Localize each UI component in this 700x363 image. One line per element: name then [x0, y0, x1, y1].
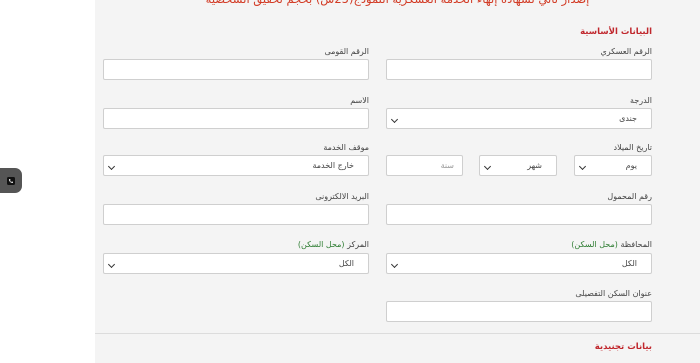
email-input[interactable] [103, 204, 369, 225]
chevron-down-icon [107, 162, 116, 171]
name-label: الاسم [350, 96, 369, 105]
chevron-down-icon [390, 115, 399, 124]
address-input[interactable] [386, 301, 652, 322]
section-conscription-title: بيانات تجنيدية [594, 342, 652, 352]
birth-month-value: شهر [527, 161, 542, 170]
birth-day-value: يوم [625, 161, 637, 170]
chevron-down-icon [107, 260, 116, 269]
mobile-label: رقم المحمول [607, 192, 652, 201]
military-number-input[interactable] [386, 59, 652, 80]
birth-day-select[interactable]: يوم [574, 155, 652, 176]
birth-year-input[interactable]: سنة [386, 155, 463, 176]
rank-label: الدرجة [630, 96, 652, 105]
district-value: الكل [338, 259, 354, 268]
governorate-select[interactable]: الكل [386, 253, 652, 274]
address-label: عنوان السكن التفصيلى [575, 289, 652, 298]
birth-month-select[interactable]: شهر [479, 155, 557, 176]
governorate-hint: (محل السكن) [571, 240, 618, 249]
service-status-label: موقف الخدمة [323, 143, 369, 152]
form-panel: إصدار ثاني لشهادة إنهاء الخدمة العسكرية … [95, 0, 700, 363]
national-id-label: الرقم القومى [324, 47, 369, 56]
birth-year-placeholder: سنة [440, 161, 454, 170]
phone-icon [7, 176, 15, 185]
email-label: البريد الالكترونى [315, 192, 369, 201]
national-id-input[interactable] [103, 59, 369, 80]
section-basic-title: البيانات الأساسية [580, 27, 652, 37]
service-status-value: خارج الخدمة [312, 161, 354, 170]
governorate-value: الكل [621, 259, 637, 268]
district-hint: (محل السكن) [297, 240, 345, 249]
birth-date-label: تاريخ الميلاد [613, 143, 653, 152]
page-title: إصدار ثاني لشهادة إنهاء الخدمة العسكرية … [95, 0, 700, 12]
district-label-text: المركز [347, 240, 369, 249]
section-divider [95, 333, 700, 334]
service-status-select[interactable]: خارج الخدمة [103, 155, 369, 176]
chevron-down-icon [390, 260, 399, 269]
governorate-label: المحافظة (محل السكن) [571, 240, 652, 249]
mobile-input[interactable] [386, 204, 652, 225]
chevron-down-icon [483, 162, 492, 171]
name-input[interactable] [103, 108, 369, 129]
rank-select[interactable]: جندى [386, 108, 652, 129]
governorate-label-text: المحافظة [620, 240, 652, 249]
page: إصدار ثاني لشهادة إنهاء الخدمة العسكرية … [0, 0, 700, 363]
contact-phone-tab[interactable] [0, 168, 22, 193]
district-select[interactable]: الكل [103, 253, 369, 274]
district-label: المركز (محل السكن) [298, 240, 369, 249]
rank-select-value: جندى [619, 114, 637, 123]
chevron-down-icon [578, 162, 587, 171]
military-number-label: الرقم العسكري [600, 47, 652, 56]
